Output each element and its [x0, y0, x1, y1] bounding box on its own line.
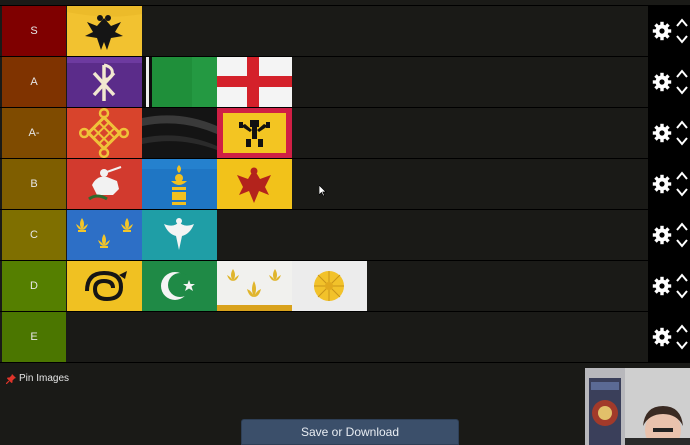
- tier-label[interactable]: D: [2, 261, 66, 311]
- figure-emblem-flag-icon[interactable]: [217, 108, 292, 158]
- chi-rho-flag-icon[interactable]: [67, 57, 142, 107]
- tier-row: A-: [0, 108, 690, 159]
- gear-icon[interactable]: [651, 20, 673, 42]
- tier-label[interactable]: E: [2, 312, 66, 362]
- soyombo-flag-icon[interactable]: [142, 159, 217, 209]
- chevron-down-icon[interactable]: [675, 184, 689, 200]
- tier-items-dropzone[interactable]: [67, 159, 690, 209]
- pin-images-toggle[interactable]: Pin Images: [6, 373, 69, 384]
- chevron-down-icon[interactable]: [675, 337, 689, 353]
- tier-row: A: [0, 57, 690, 108]
- chevron-up-icon[interactable]: [675, 270, 689, 286]
- tier-row: D: [0, 261, 690, 312]
- tier-controls: [648, 261, 690, 311]
- webcam-overlay: [585, 368, 690, 445]
- chevron-down-icon[interactable]: [675, 286, 689, 302]
- tier-items-dropzone[interactable]: [67, 312, 690, 362]
- chrysanthemum-flag-icon[interactable]: [292, 261, 367, 311]
- gear-icon[interactable]: [651, 275, 673, 297]
- tier-items-dropzone[interactable]: [67, 57, 690, 107]
- chevron-down-icon[interactable]: [675, 235, 689, 251]
- tier-row: C: [0, 210, 690, 261]
- chevron-up-icon[interactable]: [675, 66, 689, 82]
- tier-controls: [648, 108, 690, 158]
- gear-icon[interactable]: [651, 326, 673, 348]
- white-bird-teal-flag-icon[interactable]: [142, 210, 217, 260]
- tier-controls: [648, 159, 690, 209]
- tier-items-dropzone[interactable]: [67, 108, 690, 158]
- save-or-download-button[interactable]: Save or Download: [241, 419, 459, 445]
- chevron-up-icon[interactable]: [675, 219, 689, 235]
- pin-images-label: Pin Images: [19, 373, 70, 384]
- tier-label[interactable]: B: [2, 159, 66, 209]
- tier-label[interactable]: A-: [2, 108, 66, 158]
- chevron-down-icon[interactable]: [675, 31, 689, 47]
- tier-controls: [648, 210, 690, 260]
- red-eagle-flag-icon[interactable]: [217, 159, 292, 209]
- gear-icon[interactable]: [651, 224, 673, 246]
- tier-controls: [648, 312, 690, 362]
- chevron-up-icon[interactable]: [675, 15, 689, 31]
- st-george-cross-flag-icon[interactable]: [217, 57, 292, 107]
- gear-icon[interactable]: [651, 173, 673, 195]
- gear-icon[interactable]: [651, 71, 673, 93]
- tier-controls: [648, 6, 690, 56]
- chevron-down-icon[interactable]: [675, 133, 689, 149]
- tier-row: B: [0, 159, 690, 210]
- black-eagle-flag-icon[interactable]: [67, 6, 142, 56]
- st-george-rider-flag-icon[interactable]: [67, 159, 142, 209]
- chevron-up-icon[interactable]: [675, 321, 689, 337]
- tier-items-dropzone[interactable]: [67, 261, 690, 311]
- green-black-flag-icon[interactable]: [142, 57, 217, 107]
- fleur-de-lis-blue-flag-icon[interactable]: [67, 210, 142, 260]
- dragon-yellow-flag-icon[interactable]: [67, 261, 142, 311]
- tier-controls: [648, 57, 690, 107]
- tier-row: S: [0, 6, 690, 57]
- chevron-down-icon[interactable]: [675, 82, 689, 98]
- tier-label[interactable]: C: [2, 210, 66, 260]
- chevron-up-icon[interactable]: [675, 168, 689, 184]
- tier-items-dropzone[interactable]: [67, 6, 690, 56]
- crescent-star-flag-icon[interactable]: [142, 261, 217, 311]
- tier-items-dropzone[interactable]: [67, 210, 690, 260]
- tier-row: E: [0, 312, 690, 363]
- gear-icon[interactable]: [651, 122, 673, 144]
- black-banner-flag-icon[interactable]: [142, 108, 217, 158]
- endless-knot-flag-icon[interactable]: [67, 108, 142, 158]
- tier-list: S A A- B C D E: [0, 5, 690, 363]
- mouse-cursor-icon: [319, 185, 327, 197]
- tier-label[interactable]: S: [2, 6, 66, 56]
- chevron-up-icon[interactable]: [675, 117, 689, 133]
- fleur-de-lis-white-flag-icon[interactable]: [217, 261, 292, 311]
- tier-label[interactable]: A: [2, 57, 66, 107]
- pushpin-icon: [6, 373, 16, 384]
